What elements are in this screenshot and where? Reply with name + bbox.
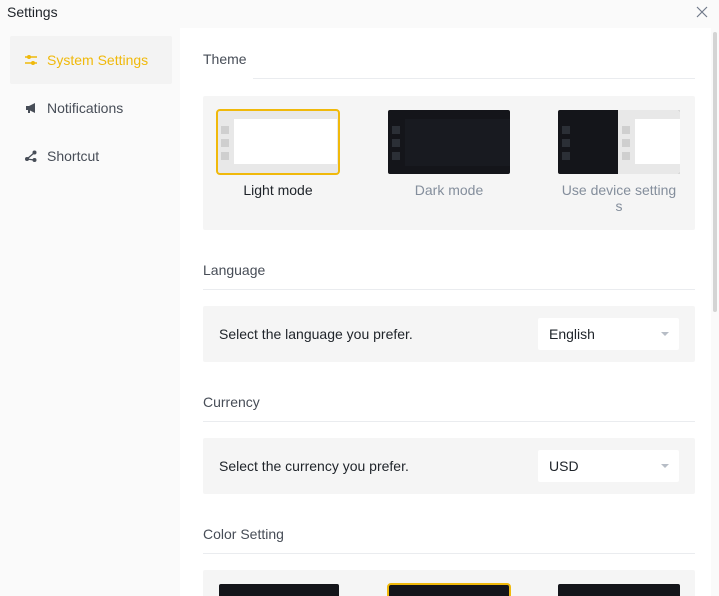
language-select-value: English [549,326,595,342]
color-option-preview[interactable] [558,584,680,596]
main-panel: Theme Light mode Dark mode Use device se… [180,28,711,596]
divider [203,553,695,554]
scrollbar[interactable] [712,28,719,596]
window-title: Settings [7,4,58,20]
section-title-currency: Currency [203,394,260,410]
language-card: Select the language you prefer. English [203,306,695,362]
sidebar-item-shortcut[interactable]: Shortcut [10,132,172,180]
sidebar-item-label: Shortcut [47,148,100,164]
chevron-down-icon [661,464,669,468]
language-prompt: Select the language you prefer. [219,326,413,342]
color-option-preview-selected[interactable] [387,583,511,596]
theme-label: Light mode [243,182,313,198]
theme-label: Use device setting s [561,182,677,214]
currency-prompt: Select the currency you prefer. [219,458,409,474]
sidebar-item-label: System Settings [47,52,149,68]
theme-option-light[interactable]: Light mode [216,109,340,198]
share-icon [24,149,38,163]
sidebar-item-label: Notifications [47,100,124,116]
sliders-icon [24,53,38,67]
section-title-color-setting: Color Setting [203,526,284,542]
title-bar: Settings [0,0,719,28]
color-setting-card [203,570,695,596]
light-mode-preview [216,109,340,175]
section-title-language: Language [203,262,266,278]
divider [203,421,695,422]
scrollbar-thumb[interactable] [713,32,717,312]
sidebar-item-system-settings[interactable]: System Settings [10,36,172,84]
device-setting-preview [558,110,680,174]
currency-select[interactable]: USD [538,450,679,482]
dark-mode-preview [388,110,510,174]
theme-card: Light mode Dark mode Use device setting … [203,96,695,230]
currency-select-value: USD [549,458,579,474]
language-select[interactable]: English [538,318,679,350]
close-icon[interactable] [695,5,709,19]
section-title-theme: Theme [203,51,247,67]
divider [253,78,695,79]
chevron-down-icon [661,332,669,336]
theme-label: Dark mode [414,182,484,198]
sidebar-item-notifications[interactable]: Notifications [10,84,172,132]
sidebar: System Settings Notifications Shortcut [0,28,180,596]
theme-option-dark[interactable]: Dark mode [388,110,510,198]
theme-option-device[interactable]: Use device setting s [558,110,680,214]
divider [203,289,695,290]
currency-card: Select the currency you prefer. USD [203,438,695,494]
color-option-preview[interactable] [219,584,339,596]
megaphone-icon [24,101,38,115]
